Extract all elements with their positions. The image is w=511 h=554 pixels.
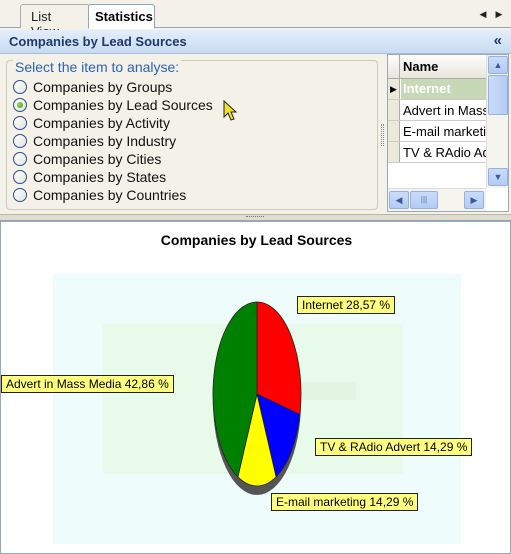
tab-list-view[interactable]: List View bbox=[20, 4, 90, 39]
table-row[interactable]: E-mail marketing bbox=[388, 121, 486, 142]
options-panel: Select the item to analyse: Companies by… bbox=[0, 54, 511, 214]
mouse-cursor-icon bbox=[223, 100, 238, 121]
radio-label: Companies by Cities bbox=[33, 151, 162, 167]
scroll-right-icon[interactable]: ▶ bbox=[464, 191, 484, 209]
table-row[interactable]: ▶ Internet bbox=[388, 79, 486, 100]
radio-label: Companies by Industry bbox=[33, 133, 177, 149]
scroll-down-icon[interactable]: ▼ bbox=[488, 168, 508, 186]
pie-slices bbox=[212, 301, 302, 487]
radio-label: Companies by Countries bbox=[33, 187, 187, 203]
radio-circle-icon[interactable] bbox=[13, 152, 27, 166]
radio-circle-icon[interactable] bbox=[13, 188, 27, 202]
radio-companies-by-groups[interactable]: Companies by Groups bbox=[13, 78, 172, 96]
tab-scroll-left-icon[interactable]: ◀ bbox=[478, 8, 488, 20]
grid-header: Name bbox=[388, 55, 486, 79]
horizontal-scroll-thumb[interactable]: ||| bbox=[410, 191, 438, 209]
page-title: Companies by Lead Sources bbox=[9, 34, 187, 49]
radio-label: Companies by States bbox=[33, 169, 167, 185]
collapse-icon[interactable]: « bbox=[494, 32, 502, 49]
vertical-splitter-grip[interactable] bbox=[381, 124, 384, 146]
analyse-groupbox: Select the item to analyse: Companies by… bbox=[6, 59, 378, 210]
radio-companies-by-countries[interactable]: Companies by Countries bbox=[13, 186, 186, 204]
radio-circle-icon[interactable] bbox=[13, 116, 27, 130]
radio-companies-by-lead-sources[interactable]: Companies by Lead Sources bbox=[13, 96, 213, 114]
vertical-scrollbar[interactable]: ▲ ▼ bbox=[486, 55, 508, 188]
tab-strip: List View Statistics ◀ ▶ bbox=[0, 0, 511, 39]
row-selector bbox=[388, 121, 400, 141]
radio-circle-icon[interactable] bbox=[13, 170, 27, 184]
panel-header: Companies by Lead Sources « bbox=[0, 30, 511, 54]
table-row[interactable]: Advert in Mass Media bbox=[388, 100, 486, 121]
horizontal-scrollbar[interactable]: ◀ ||| ▶ bbox=[388, 188, 486, 211]
horizontal-splitter[interactable] bbox=[0, 214, 511, 221]
grid-header-selector bbox=[388, 55, 400, 79]
grid-column-name[interactable]: Name bbox=[403, 59, 438, 74]
radio-label: Companies by Activity bbox=[33, 115, 170, 131]
table-row[interactable]: TV & RAdio Advert bbox=[388, 142, 486, 163]
radio-circle-icon[interactable] bbox=[13, 80, 27, 94]
radio-circle-checked-icon[interactable] bbox=[13, 98, 27, 112]
chart-area: Companies by Lead Sources Internet 28,57… bbox=[0, 221, 511, 554]
row-pointer-icon: ▶ bbox=[388, 79, 400, 99]
vertical-scroll-thumb[interactable] bbox=[488, 75, 508, 115]
label-internet: Internet 28,57 % bbox=[297, 296, 396, 314]
grid-cell: Internet bbox=[401, 79, 486, 99]
scroll-up-icon[interactable]: ▲ bbox=[488, 56, 508, 74]
label-tv-radio: TV & RAdio Advert 14,29 % bbox=[315, 438, 473, 456]
radio-circle-icon[interactable] bbox=[13, 134, 27, 148]
radio-companies-by-activity[interactable]: Companies by Activity bbox=[13, 114, 170, 132]
tab-scroll-right-icon[interactable]: ▶ bbox=[494, 8, 504, 20]
grid-cell: E-mail marketing bbox=[403, 124, 486, 139]
radio-companies-by-cities[interactable]: Companies by Cities bbox=[13, 150, 161, 168]
grid-cell: TV & RAdio Advert bbox=[403, 145, 486, 160]
label-email-marketing: E-mail marketing 14,29 % bbox=[271, 493, 419, 511]
row-selector bbox=[388, 142, 400, 162]
chart-title: Companies by Lead Sources bbox=[160, 232, 353, 248]
radio-label: Companies by Lead Sources bbox=[33, 97, 213, 113]
lead-sources-grid: Name ▶ Internet Advert in Mass Media E-m… bbox=[387, 54, 509, 212]
radio-companies-by-states[interactable]: Companies by States bbox=[13, 168, 166, 186]
row-selector bbox=[388, 100, 400, 120]
scroll-left-icon[interactable]: ◀ bbox=[389, 191, 409, 209]
groupbox-legend: Select the item to analyse: bbox=[13, 59, 182, 75]
splitter-grip-icon bbox=[246, 216, 264, 219]
grid-cell: Advert in Mass Media bbox=[403, 103, 486, 118]
tab-statistics[interactable]: Statistics bbox=[88, 4, 155, 29]
label-advert-mass-media: Advert in Mass Media 42,86 % bbox=[1, 375, 174, 393]
radio-companies-by-industry[interactable]: Companies by Industry bbox=[13, 132, 176, 150]
radio-label: Companies by Groups bbox=[33, 79, 173, 95]
